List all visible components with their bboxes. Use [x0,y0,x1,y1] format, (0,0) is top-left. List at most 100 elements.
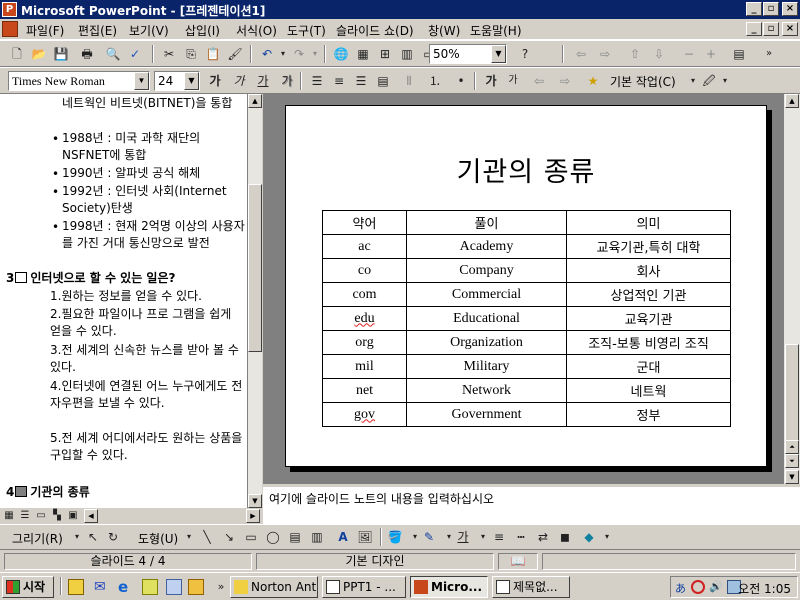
numbering-icon[interactable]: ⒈ [426,72,444,90]
vertical-textbox-icon[interactable]: ▥ [308,528,326,546]
task-untitled[interactable]: 제목없... [492,576,570,598]
help-icon[interactable]: ? [516,45,534,63]
outline-slide-3-title[interactable]: 3 인터넷으로 할 수 있는 일은? [6,270,175,286]
menu-window[interactable]: 창(W) [428,22,460,39]
menu-format[interactable]: 서식(O) [236,22,277,39]
hscroll-left-icon[interactable]: ◀ [84,509,98,523]
start-button[interactable]: 시작 [2,576,54,598]
scroll-thumb[interactable] [785,344,799,444]
normal-view-icon[interactable]: ▦ [2,509,16,523]
doc-close-button[interactable]: × [782,22,798,36]
line-icon[interactable]: ╲ [198,528,216,546]
promote-fmt-icon[interactable]: ⇦ [530,72,548,90]
slide-show-icon[interactable]: ▣ [66,509,80,523]
desktop-icon[interactable] [68,579,84,595]
volume-icon[interactable]: 🔊 [709,580,723,594]
align-center-icon[interactable]: ≡ [330,72,348,90]
document-icon[interactable] [2,21,18,37]
line-color-icon[interactable]: ✎ [420,528,438,546]
minimize-button[interactable]: _ [746,2,762,16]
font-name-select[interactable]: Times New Roman ▼ [8,71,150,91]
copy-icon[interactable]: ⎘ [182,45,200,63]
next-slide-icon[interactable]: ⏷ [785,454,799,468]
ie-icon[interactable]: e [118,579,134,595]
menu-tools[interactable]: 도구(T) [287,22,326,39]
select-pointer-icon[interactable]: ↖ [84,528,102,546]
task-powerpoint[interactable]: Micro... [410,576,488,598]
quicklaunch-app-icon[interactable] [142,579,158,595]
task-ppt1[interactable]: PPT1 - ... [322,576,406,598]
font-size-select[interactable]: 24 ▼ [154,71,200,91]
outline-view-icon[interactable]: ☰ [18,509,32,523]
tables-borders-icon[interactable]: ▦ [354,45,372,63]
scroll-thumb[interactable] [248,184,262,352]
open-icon[interactable]: 📂 [30,45,48,63]
increase-font-icon[interactable]: 가 [482,72,500,90]
underline-button[interactable]: 가 [254,72,272,90]
expand-icon[interactable]: + [702,45,720,63]
3d-dropdown-icon[interactable]: ▾ [598,528,616,546]
clock[interactable]: 오전 1:05 [738,580,791,597]
justify-icon[interactable]: ▤ [374,72,392,90]
align-left-icon[interactable]: ☰ [308,72,326,90]
scroll-up-icon[interactable]: ▲ [248,94,262,108]
doc-restore-button[interactable]: ▫ [763,22,779,36]
quicklaunch-app-icon[interactable] [166,579,182,595]
close-button[interactable]: × [782,2,798,16]
outline-slide-4-title[interactable]: 4 기관의 종류 [6,484,90,500]
scroll-down-icon[interactable]: ▼ [248,494,262,508]
new-icon[interactable]: 🗋 [8,45,26,63]
print-icon[interactable]: 🖶 [78,45,96,63]
collapse-icon[interactable]: − [680,45,698,63]
paste-icon[interactable]: 📋 [204,45,222,63]
slide-title[interactable]: 기관의 종류 [286,150,766,189]
insert-chart-icon[interactable]: ▥ [398,45,416,63]
antivirus-tray-icon[interactable] [691,580,705,594]
spelling-icon[interactable]: ✓ [126,45,144,63]
shadow-button[interactable]: 가 [278,72,296,90]
bullets-icon[interactable]: • [452,72,470,90]
format-painter-icon[interactable]: 🖌 [226,45,244,63]
outline-pane[interactable]: 네트웍인 비트넷(BITNET)을 통합 • 1988년 : 미국 과학 재단의… [0,94,248,508]
scroll-up-icon[interactable]: ▲ [785,94,799,108]
toolbar-options-icon[interactable]: » [760,45,778,63]
shadow-icon[interactable]: ◼ [556,528,574,546]
3d-icon[interactable]: ◆ [580,528,598,546]
spelling-status-icon[interactable]: 📖 [498,553,538,570]
dash-style-icon[interactable]: ┅ [512,528,530,546]
zoom-select[interactable]: 50% ▼ [429,44,507,64]
menu-help[interactable]: 도움말(H) [470,22,522,39]
align-right-icon[interactable]: ☰ [352,72,370,90]
fill-color-icon[interactable]: 🪣 [386,528,404,546]
slide-scrollbar[interactable]: ▲ ⏶ ⏷ ▼ [784,94,800,484]
demote-fmt-icon[interactable]: ⇨ [556,72,574,90]
arrow-style-icon[interactable]: ⇄ [534,528,552,546]
scroll-down-icon[interactable]: ▼ [785,470,799,484]
menu-file[interactable]: 파일(F) [26,22,64,39]
prev-slide-icon[interactable]: ⏶ [785,440,799,454]
line-style-icon[interactable]: ≡ [490,528,508,546]
design-button[interactable]: 기본 작업(C) [610,73,676,90]
decrease-font-icon[interactable]: 가 [504,72,522,90]
quicklaunch-more-icon[interactable]: » [212,578,230,596]
italic-button[interactable]: 가 [230,72,248,90]
summary-slide-icon[interactable]: ▤ [730,45,748,63]
outlook-icon[interactable]: ✉ [94,579,110,595]
rectangle-icon[interactable]: ▭ [242,528,260,546]
hyperlink-icon[interactable]: 🌐 [332,45,350,63]
doc-minimize-button[interactable]: _ [746,22,762,36]
maximize-button[interactable]: ▫ [763,2,779,16]
cut-icon[interactable]: ✂ [160,45,178,63]
ime-icon[interactable]: あ [675,580,689,595]
task-norton[interactable]: Norton Anti... [230,576,318,598]
columns-icon[interactable]: ⫴ [400,72,418,90]
save-icon[interactable]: 💾 [52,45,70,63]
autoshapes-button[interactable]: 도형(U) [138,530,178,547]
promote-icon[interactable]: ⇦ [572,45,590,63]
hscroll-right-icon[interactable]: ▶ [246,509,260,523]
menu-slideshow[interactable]: 슬라이드 쇼(D) [336,22,414,39]
draw-menu-button[interactable]: 그리기(R) [12,530,63,547]
free-rotate-icon[interactable]: ↻ [104,528,122,546]
arrow-icon[interactable]: ↘ [220,528,238,546]
notes-pane[interactable]: 여기에 슬라이드 노트의 내용을 입력하십시오 [263,484,800,524]
